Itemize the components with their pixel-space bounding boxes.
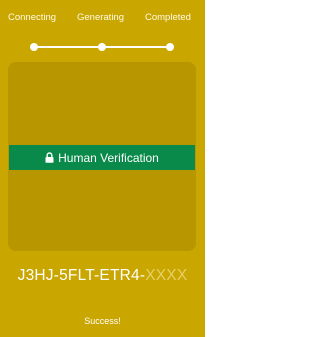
step-progress-bar — [30, 43, 174, 51]
human-verification-button[interactable]: Human Verification — [9, 145, 195, 170]
step-labels: Connecting Generating Completed — [0, 12, 205, 26]
step-label-completed: Completed — [145, 12, 191, 23]
step-label-connecting: Connecting — [8, 12, 57, 23]
step-dot-completed — [166, 43, 174, 51]
step-label-generating: Generating — [77, 12, 125, 23]
generated-code: J3HJ-5FLT-ETR4-XXXX — [0, 266, 205, 286]
step-dot-connecting — [30, 43, 38, 51]
lock-icon — [45, 152, 54, 163]
step-dot-generating — [98, 43, 106, 51]
code-visible-part: J3HJ-5FLT-ETR4- — [17, 267, 146, 284]
human-verification-label: Human Verification — [58, 150, 159, 165]
generator-window: Connecting Generating Completed Human Ve… — [0, 0, 205, 337]
status-message: Success! — [84, 316, 121, 326]
code-masked-part: XXXX — [145, 267, 188, 284]
